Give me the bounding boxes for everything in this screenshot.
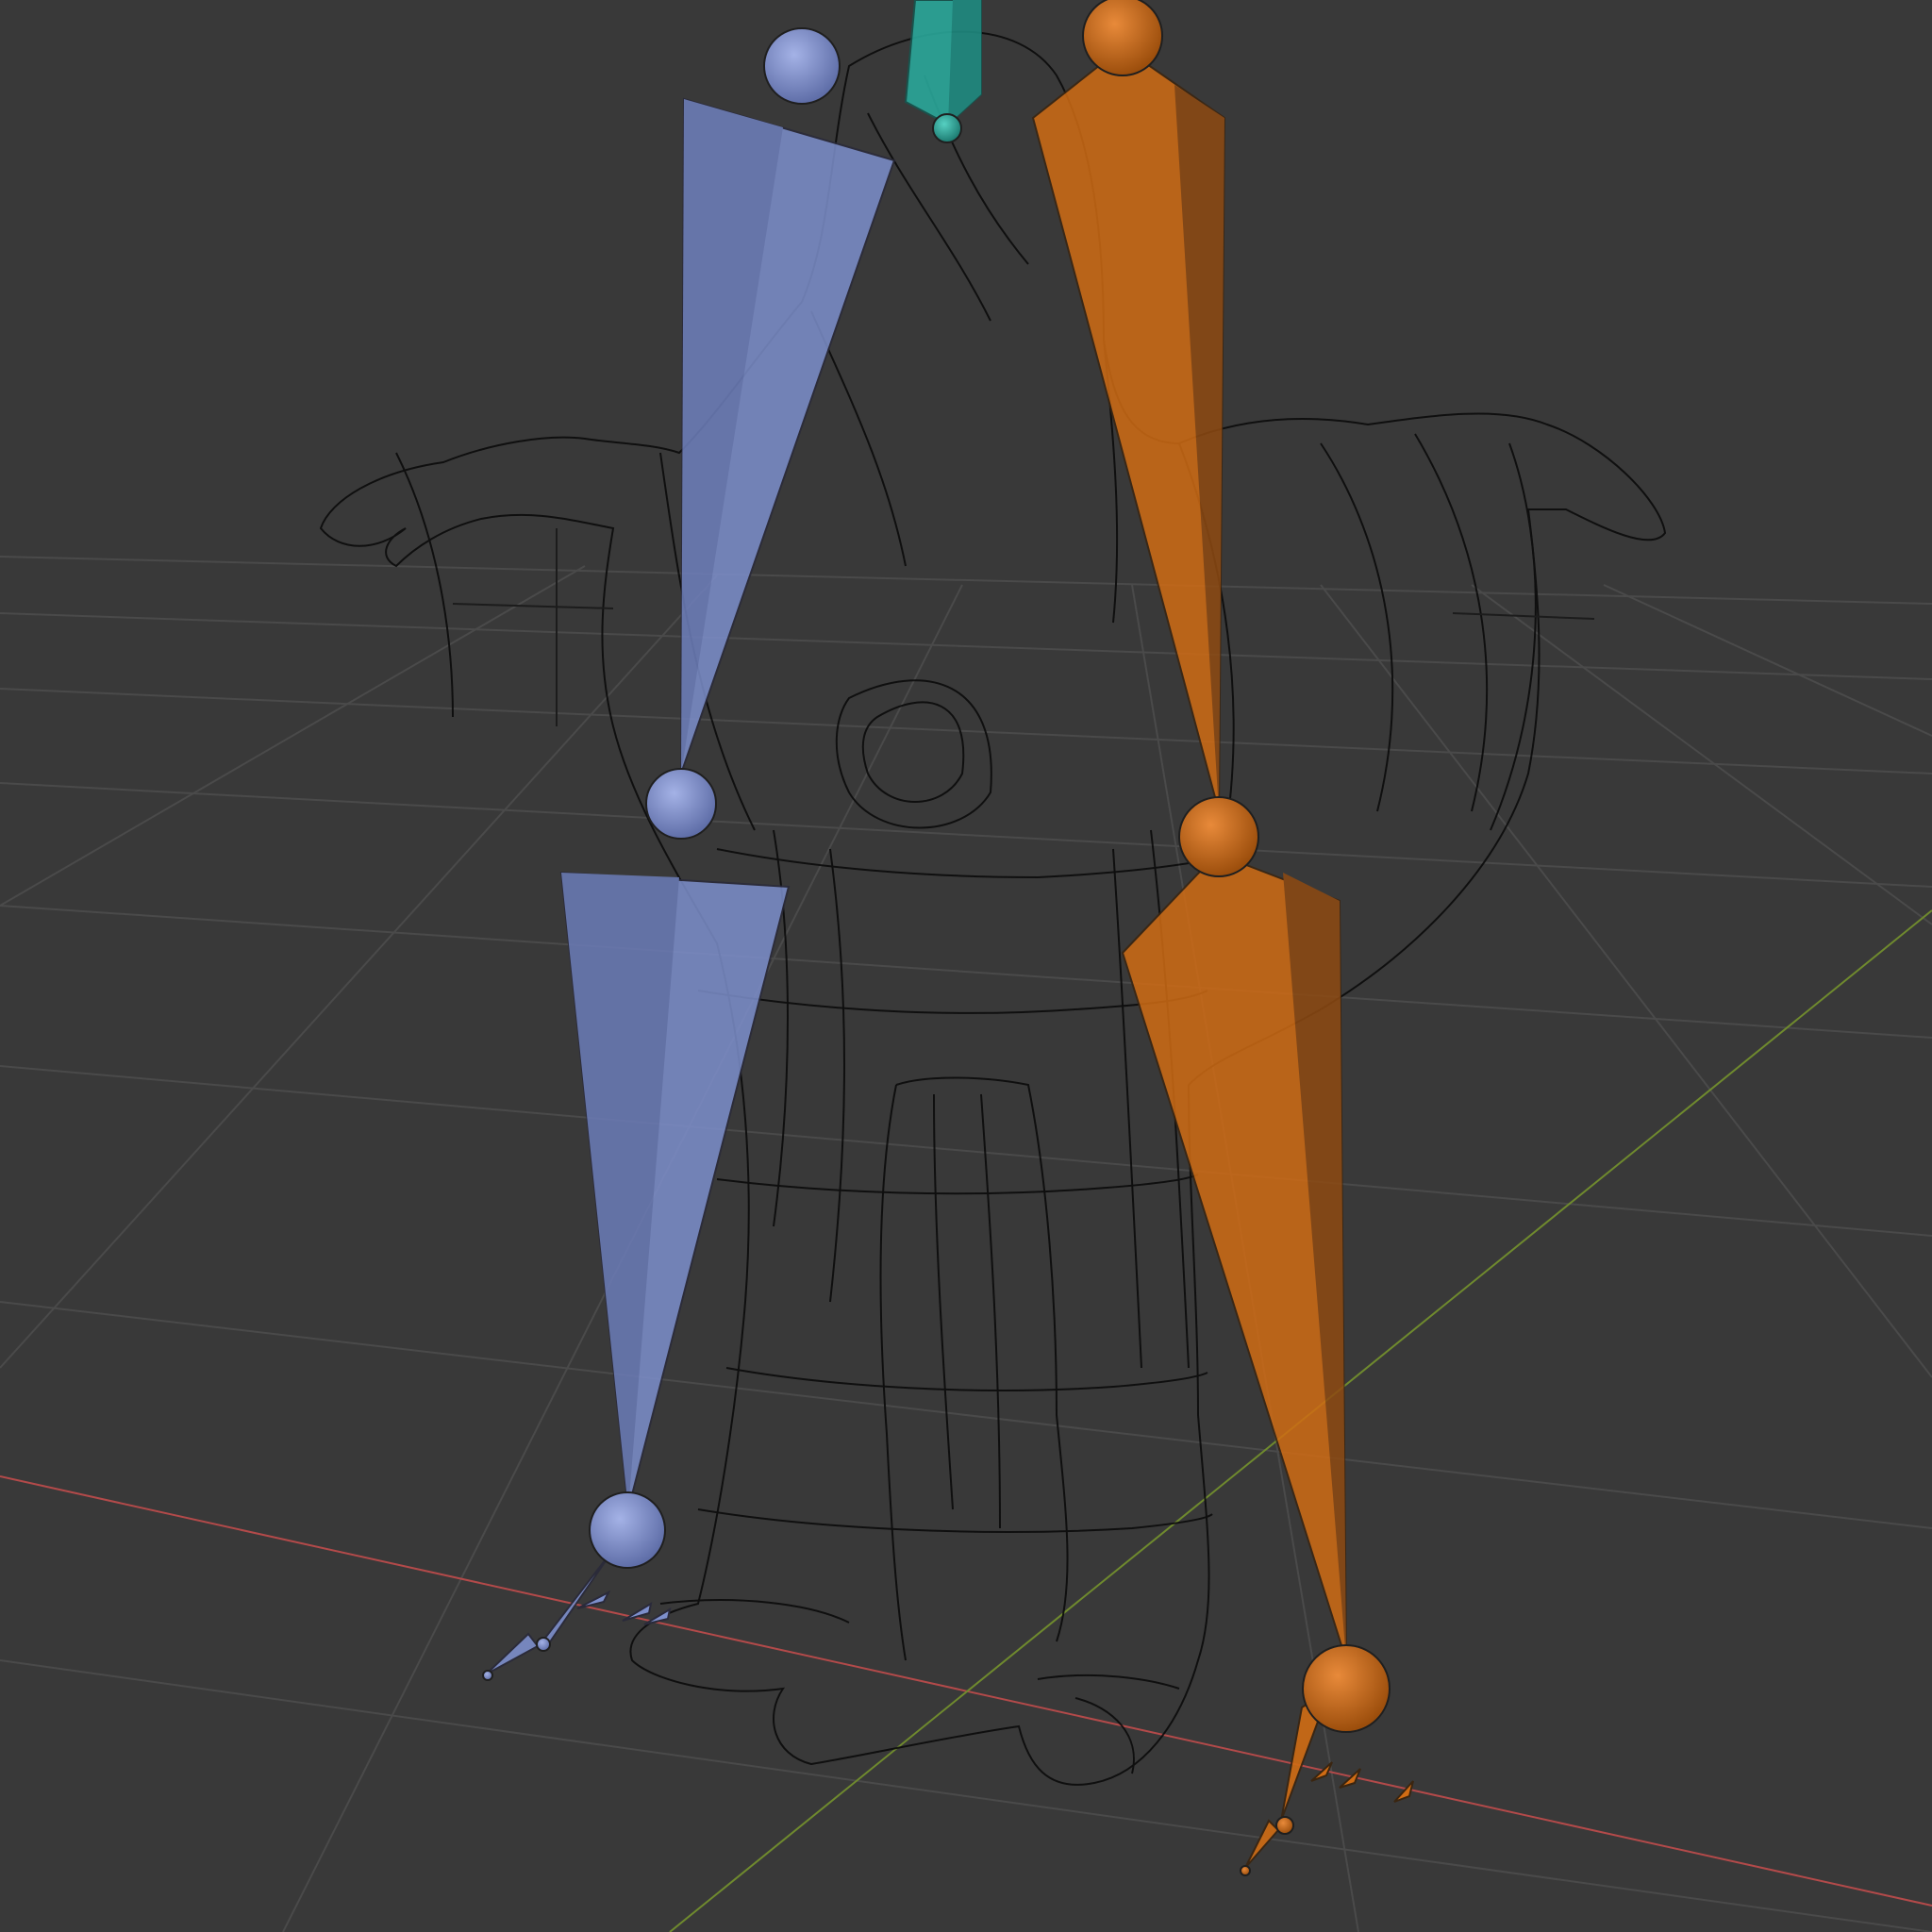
bone-toes-right[interactable] [1310,1761,1414,1803]
joint-toe-tip-left [482,1670,493,1681]
joint-hip-right [1082,0,1163,76]
world-axes [0,909,1932,1932]
character-wireframe-mesh[interactable] [319,30,1667,1786]
joint-toe-tip-right [1240,1865,1251,1876]
x-axis-line [0,1475,1932,1907]
floor-grid [0,556,1932,1932]
bone-thigh-left[interactable] [680,97,896,774]
bone-thigh-right[interactable] [1031,45,1226,812]
joint-toe-left [536,1637,551,1652]
bone-foot-left[interactable] [485,1546,616,1675]
joint-ankle-left [589,1491,666,1569]
joint-ankle-right [1302,1644,1391,1733]
3d-viewport[interactable] [0,0,1932,1932]
bone-spine-top[interactable] [904,0,982,126]
joint-toe-right [1275,1816,1294,1835]
joint-spine-bottom [932,113,962,143]
empty-markers [452,528,1595,726]
joint-hip-left [763,27,841,105]
joint-knee-right [1178,796,1259,877]
joint-knee-left [645,768,717,840]
viewport-canvas[interactable] [0,0,1932,1932]
bone-shin-left[interactable] [559,871,791,1510]
